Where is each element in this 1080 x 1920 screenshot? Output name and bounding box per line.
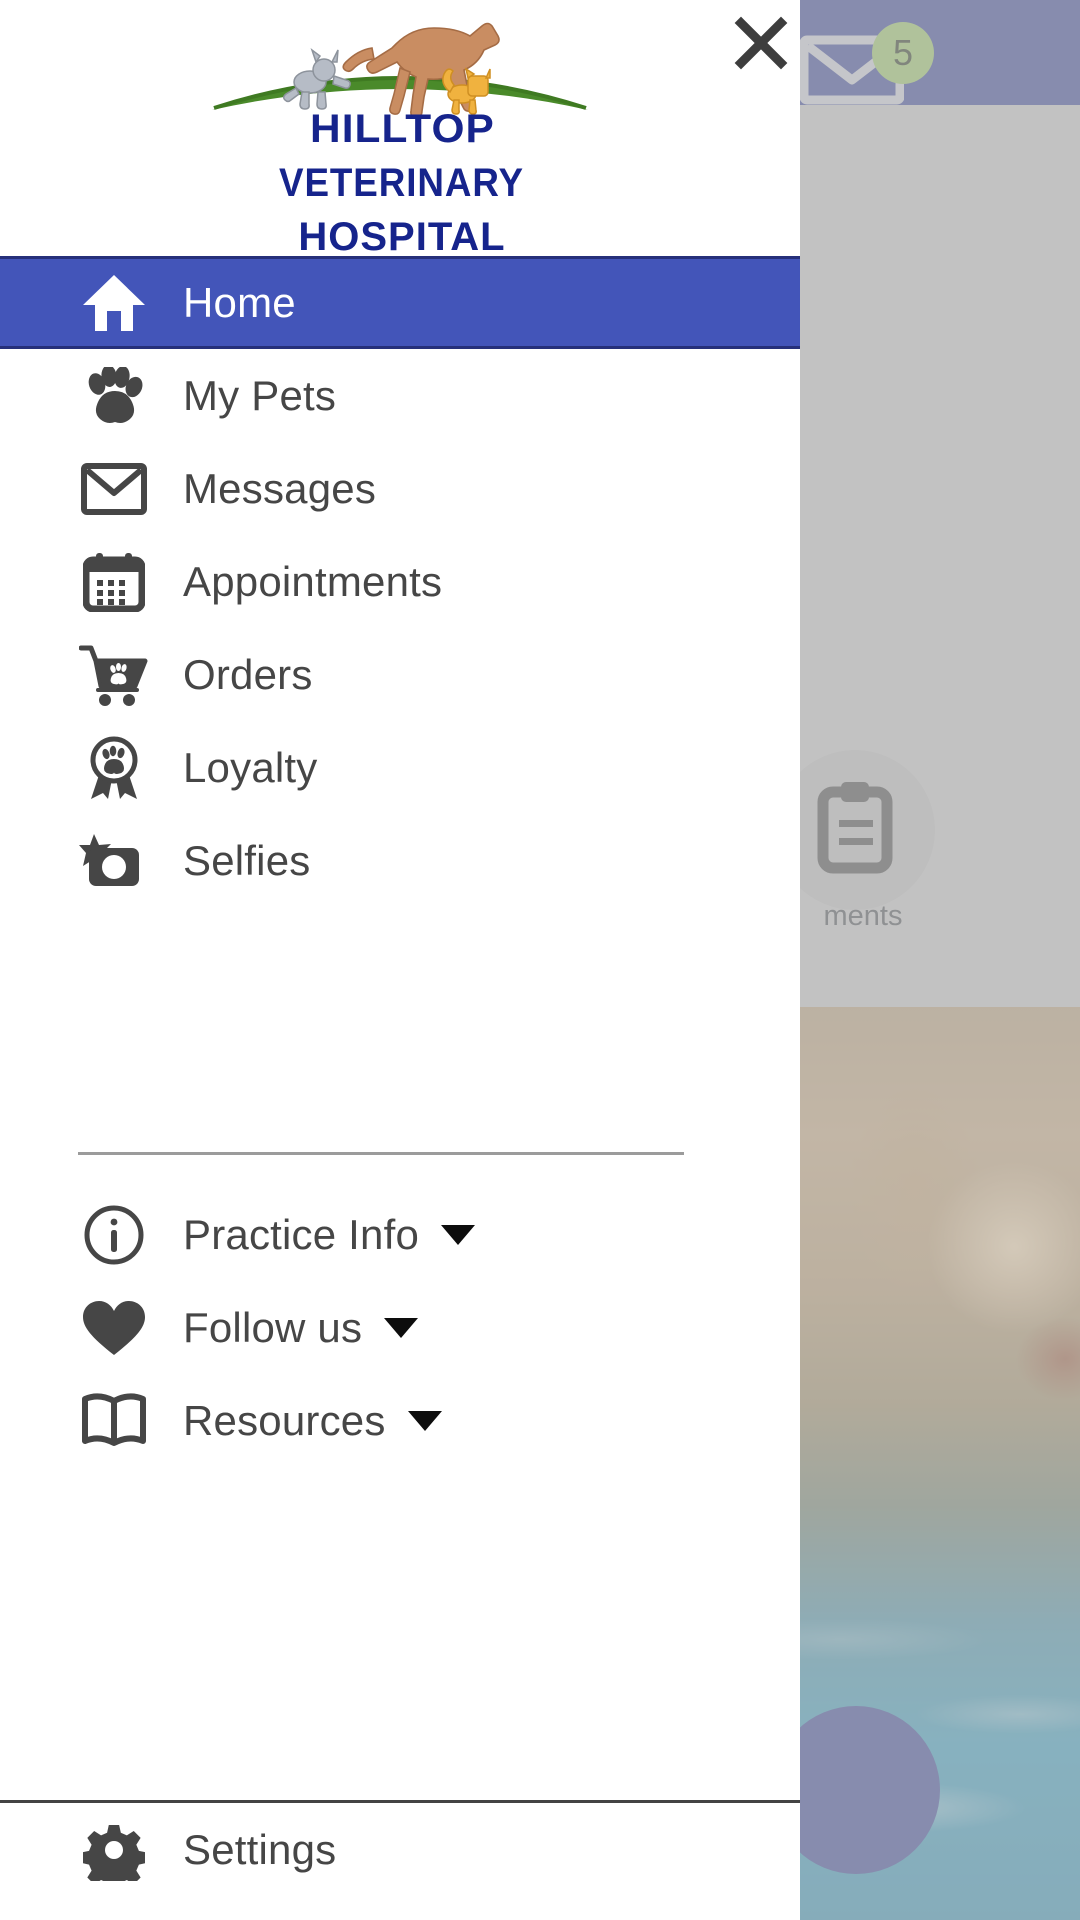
sidebar-item-label: Practice Info [183, 1210, 420, 1258]
book-icon [77, 1392, 151, 1449]
drawer-secondary-nav: Practice Info Follow us Resources [0, 1188, 800, 1467]
sidebar-item-resources[interactable]: Resources [0, 1374, 800, 1467]
sidebar-item-label: Orders [183, 650, 313, 698]
envelope-icon [77, 462, 151, 515]
sidebar-item-practice-info[interactable]: Practice Info [0, 1188, 800, 1281]
sidebar-item-home[interactable]: Home [0, 256, 800, 349]
close-icon[interactable] [718, 0, 800, 86]
sidebar-item-label: Messages [183, 464, 377, 512]
drawer-footer-nav: Settings [0, 1803, 800, 1896]
sidebar-item-follow-us[interactable]: Follow us [0, 1281, 800, 1374]
sidebar-item-messages[interactable]: Messages [0, 442, 800, 535]
drawer-primary-nav: Home My Pets Messages Appointments Order… [0, 256, 800, 907]
sidebar-item-label: Resources [183, 1396, 386, 1444]
svg-text:HOSPITAL: HOSPITAL [298, 215, 505, 252]
drawer-divider [78, 1152, 684, 1155]
info-circle-icon [77, 1204, 151, 1266]
chevron-down-icon[interactable] [384, 1317, 419, 1338]
sidebar-item-label: Settings [183, 1825, 337, 1873]
sidebar-item-label: Home [183, 278, 296, 326]
sidebar-item-label: Selfies [183, 836, 311, 884]
sidebar-item-my-pets[interactable]: My Pets [0, 349, 800, 442]
navigation-drawer: HILLTOP VETERINARY HOSPITAL Home My Pets… [0, 0, 800, 1920]
app-screen: 5 ments [0, 0, 1080, 1920]
sidebar-item-label: Appointments [183, 557, 443, 605]
sidebar-item-selfies[interactable]: Selfies [0, 814, 800, 907]
practice-logo: HILLTOP VETERINARY HOSPITAL [212, 22, 588, 252]
sidebar-item-settings[interactable]: Settings [0, 1803, 800, 1896]
sidebar-item-appointments[interactable]: Appointments [0, 535, 800, 628]
sidebar-item-label: My Pets [183, 371, 337, 419]
sidebar-item-label: Loyalty [183, 743, 318, 791]
cart-paw-icon [77, 644, 151, 706]
sidebar-item-loyalty[interactable]: Loyalty [0, 721, 800, 814]
home-icon [77, 273, 151, 333]
paw-icon [77, 366, 151, 425]
heart-icon [77, 1299, 151, 1357]
camera-star-icon [77, 832, 151, 890]
chevron-down-icon[interactable] [441, 1224, 476, 1245]
calendar-icon [77, 552, 151, 612]
chevron-down-icon[interactable] [407, 1410, 442, 1431]
sidebar-item-label: Follow us [183, 1303, 363, 1351]
sidebar-item-orders[interactable]: Orders [0, 628, 800, 721]
gear-icon [77, 1819, 151, 1881]
svg-text:HILLTOP: HILLTOP [310, 106, 495, 151]
drawer-header: HILLTOP VETERINARY HOSPITAL [0, 0, 800, 256]
svg-text:VETERINARY: VETERINARY [279, 161, 524, 206]
award-paw-icon [77, 735, 151, 801]
